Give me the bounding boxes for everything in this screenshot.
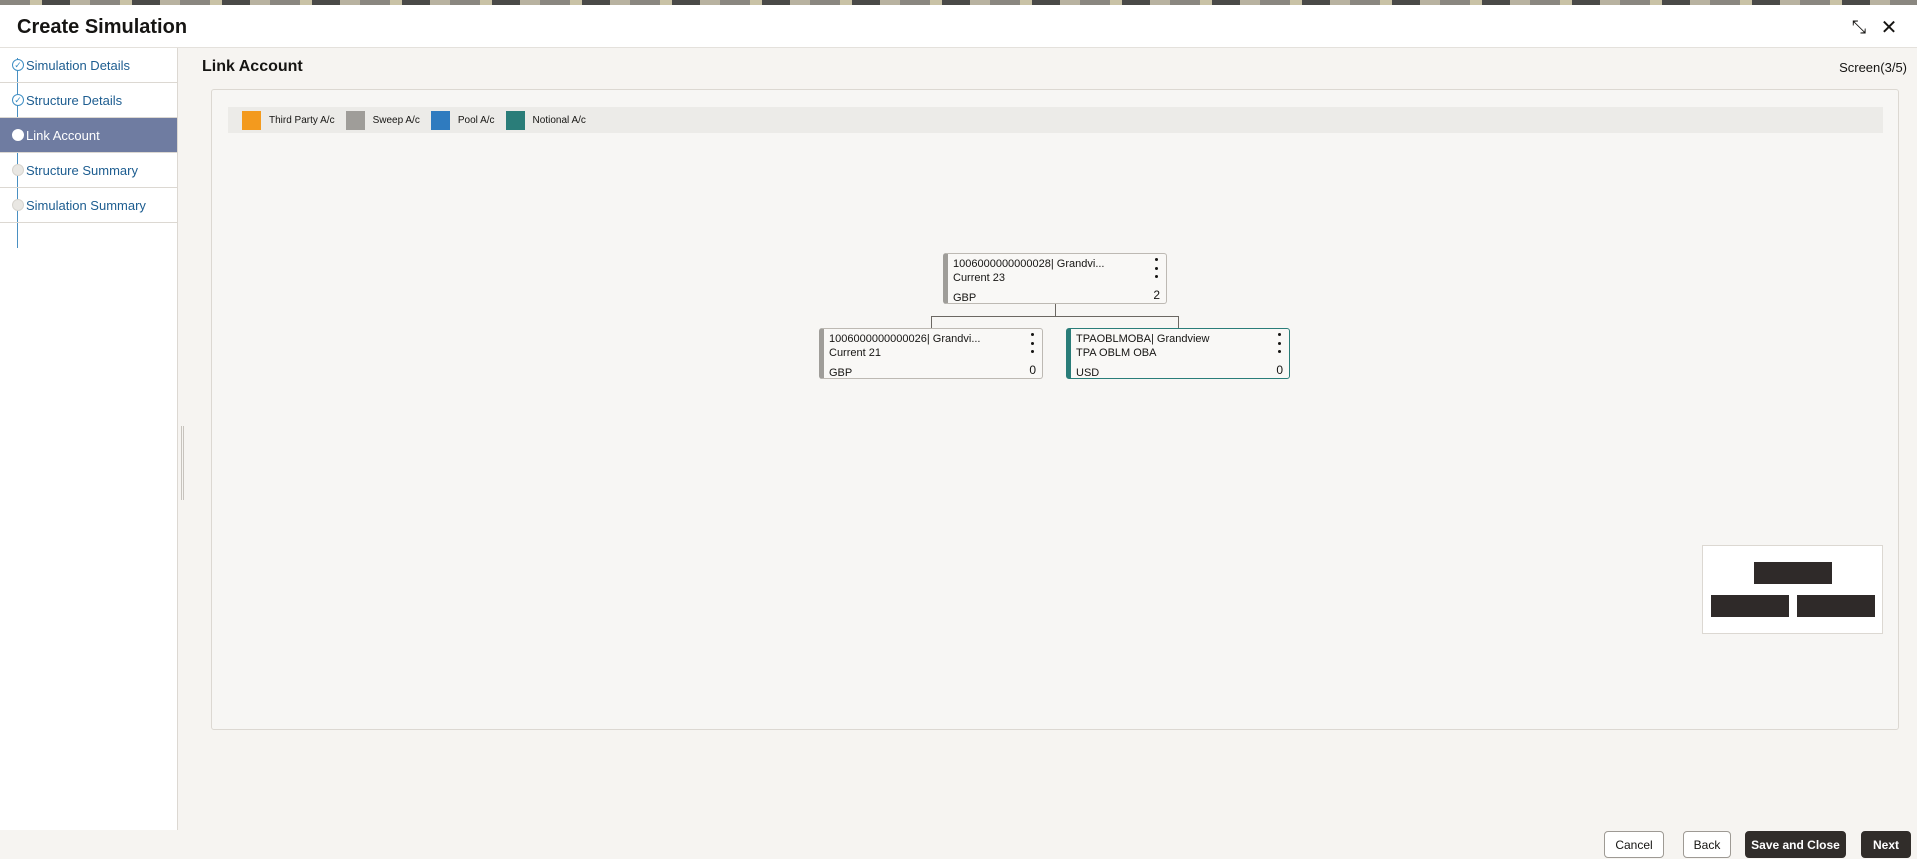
minimap-node — [1797, 595, 1875, 617]
child-count: 0 — [1029, 363, 1036, 377]
pending-step-dot-icon — [12, 164, 24, 176]
close-icon[interactable]: ✕ — [1878, 16, 1900, 39]
step-label: Simulation Summary — [26, 197, 146, 213]
cancel-button[interactable]: Cancel — [1604, 831, 1664, 858]
legend-item-notional: Notional A/c — [505, 110, 586, 130]
step-label: Structure Summary — [26, 162, 138, 178]
tree-connector — [931, 316, 1179, 317]
screen-indicator: Screen(3/5) — [1839, 60, 1907, 75]
step-link-account[interactable]: Link Account — [0, 118, 177, 153]
child-count: 0 — [1276, 363, 1283, 377]
account-currency: USD — [1076, 367, 1100, 379]
legend-label: Notional A/c — [532, 114, 586, 126]
legend-item-sweep: Sweep A/c — [345, 110, 420, 130]
account-type: Current 23 — [953, 272, 1005, 284]
step-label: Structure Details — [26, 92, 123, 108]
more-options-icon[interactable] — [1274, 333, 1284, 353]
step-structure-details[interactable]: ✓ Structure Details — [0, 83, 177, 118]
account-id-name: 1006000000000028| Grandvi... — [953, 258, 1105, 270]
account-node-child[interactable]: 1006000000000026| Grandvi... Current 21 … — [819, 328, 1043, 379]
child-count: 2 — [1153, 288, 1160, 302]
structure-overview-minimap[interactable] — [1702, 545, 1883, 634]
account-type: Current 21 — [829, 347, 881, 359]
current-step-dot-icon — [12, 129, 24, 141]
legend-swatch — [242, 110, 261, 130]
legend-label: Third Party A/c — [269, 114, 335, 126]
legend-swatch — [430, 110, 450, 130]
legend-label: Sweep A/c — [372, 114, 420, 126]
account-node-root[interactable]: 1006000000000028| Grandvi... Current 23 … — [943, 253, 1167, 304]
step-simulation-details[interactable]: ✓ Simulation Details — [0, 48, 177, 83]
page-title: Link Account — [202, 58, 303, 75]
legend-swatch — [345, 110, 365, 130]
account-type: TPA OBLM OBA — [1076, 347, 1157, 359]
account-id-name: 1006000000000026| Grandvi... — [829, 333, 981, 345]
pending-step-dot-icon — [12, 199, 24, 211]
account-structure-canvas[interactable]: Third Party A/c Sweep A/c Pool A/c Notio… — [211, 89, 1899, 730]
step-simulation-summary[interactable]: Simulation Summary — [0, 188, 177, 223]
minimap-node — [1711, 595, 1789, 617]
legend-item-pool: Pool A/c — [430, 110, 495, 130]
back-button[interactable]: Back — [1683, 831, 1731, 858]
step-label: Link Account — [26, 127, 100, 143]
check-circle-icon: ✓ — [12, 94, 24, 106]
legend-swatch — [505, 110, 525, 130]
step-navigation: ✓ Simulation Details ✓ Structure Details… — [0, 48, 178, 830]
legend-item-third-party: Third Party A/c — [242, 110, 335, 130]
save-and-close-button[interactable]: Save and Close — [1745, 831, 1846, 858]
account-currency: GBP — [953, 292, 977, 304]
tree-connector — [931, 316, 932, 328]
more-options-icon[interactable] — [1027, 333, 1037, 353]
dialog-title: Create Simulation — [17, 16, 188, 38]
legend-label: Pool A/c — [457, 114, 495, 126]
more-options-icon[interactable] — [1151, 258, 1161, 278]
check-circle-icon: ✓ — [12, 59, 24, 71]
dialog-header: Create Simulation ⤡ ✕ — [0, 5, 1917, 48]
step-structure-summary[interactable]: Structure Summary — [0, 153, 177, 188]
account-type-legend: Third Party A/c Sweep A/c Pool A/c Notio… — [228, 107, 1883, 133]
next-button[interactable]: Next — [1861, 831, 1911, 858]
tree-connector — [1178, 316, 1179, 328]
tree-connector — [1055, 304, 1056, 316]
account-id-name: TPAOBLMOBA| Grandview — [1076, 333, 1210, 345]
account-node-child[interactable]: TPAOBLMOBA| Grandview TPA OBLM OBA USD 0 — [1066, 328, 1290, 379]
account-currency: GBP — [829, 367, 853, 379]
sidebar-resize-handle[interactable] — [181, 426, 184, 500]
minimize-icon[interactable]: ⤡ — [1848, 16, 1870, 38]
minimap-node — [1754, 562, 1832, 584]
step-label: Simulation Details — [26, 57, 131, 73]
